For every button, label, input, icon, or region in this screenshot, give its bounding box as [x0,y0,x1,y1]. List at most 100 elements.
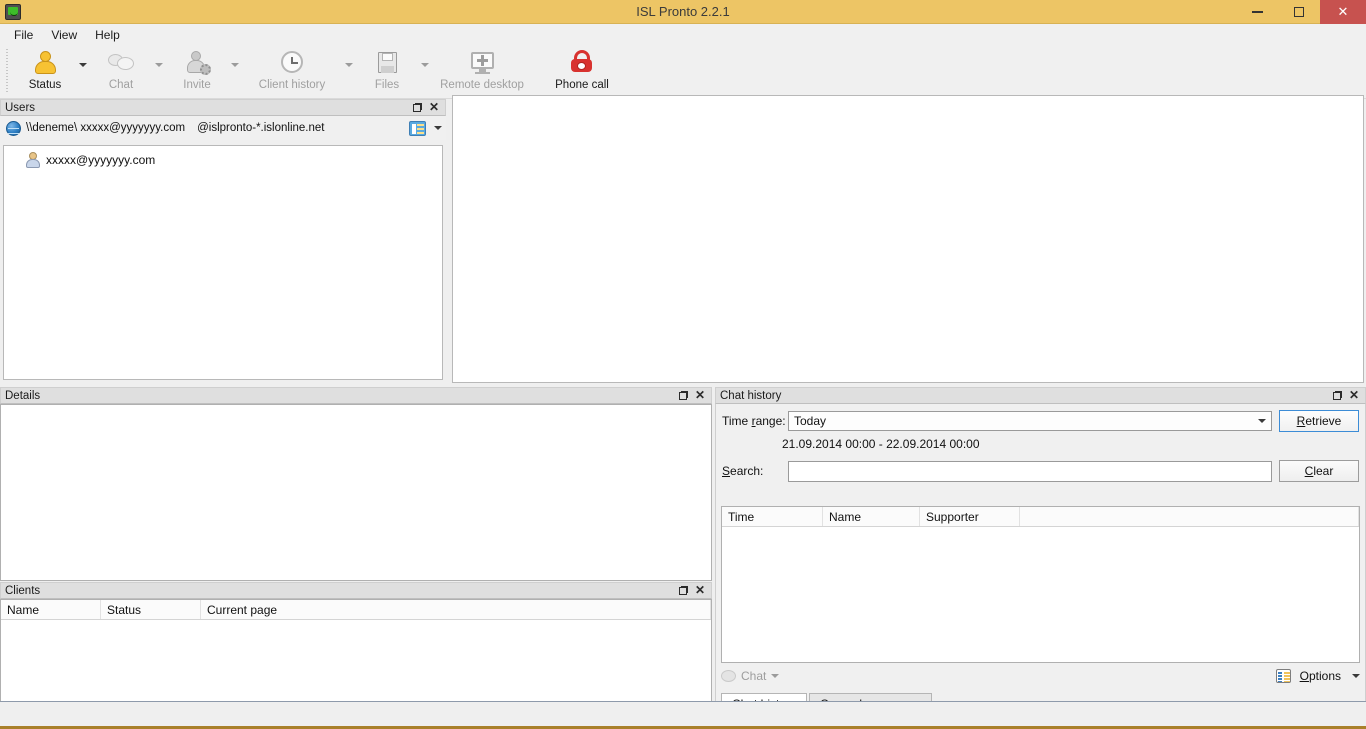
invite-user-icon [183,50,211,76]
conversation-pane[interactable] [452,95,1364,383]
details-panel-header: Details ✕ [0,387,712,404]
chat-bubbles-icon [107,50,135,76]
status-bar [0,701,1366,726]
remote-desktop-icon [468,50,496,76]
chevron-down-icon[interactable] [1352,674,1360,678]
users-panel-float-icon[interactable] [412,103,422,112]
chevron-down-icon [345,62,353,67]
users-tree-item-label: xxxxx@yyyyyyy.com [46,153,156,167]
chat-history-table[interactable]: Time Name Supporter [721,506,1360,663]
toolbar-label-invite: Invite [183,79,211,91]
toolbar-button-client-history[interactable]: Client history [242,45,342,98]
options-button[interactable]: Options [1275,669,1360,683]
chat-history-column-extra[interactable] [1020,507,1359,526]
clients-column-name[interactable]: Name [1,600,101,619]
details-content[interactable] [0,404,712,581]
close-icon: ✕ [1337,4,1349,19]
details-panel: Details ✕ [0,387,712,581]
users-panel-header: Users ✕ [0,99,446,116]
toolbar-button-files[interactable]: Files [356,45,418,98]
time-range-dropdown-icon[interactable] [1253,413,1270,429]
retrieve-button-label: Retrieve [1296,414,1342,428]
maximize-icon [1294,6,1304,17]
toolbar-dropdown-status[interactable] [76,45,90,98]
clear-button[interactable]: Clear [1279,460,1359,482]
menu-item-file[interactable]: File [5,26,42,44]
options-icon [1275,669,1291,683]
person-icon [26,152,40,168]
clients-column-current-page[interactable]: Current page [201,600,711,619]
toolbar-button-chat[interactable]: Chat [90,45,152,98]
clients-panel-title: Clients [5,584,41,597]
time-range-label: Time range: [722,414,786,428]
users-tree[interactable]: xxxxx@yyyyyyy.com [3,145,443,380]
users-panel-close-icon[interactable]: ✕ [429,101,439,113]
toolbar-dropdown-chat[interactable] [152,45,166,98]
title-bar: ISL Pronto 2.2.1 ✕ [0,0,1366,24]
clients-column-status[interactable]: Status [101,600,201,619]
chat-history-column-time[interactable]: Time [722,507,823,526]
window-controls: ✕ [1236,0,1366,24]
chevron-down-icon [155,62,163,67]
toolbar-label-phone-call: Phone call [555,79,609,91]
time-range-select[interactable]: Today [788,411,1272,431]
toolbar-button-invite[interactable]: Invite [166,45,228,98]
users-account-host: @islpronto-*.islonline.net [197,122,325,134]
close-button[interactable]: ✕ [1320,0,1366,24]
details-panel-title: Details [5,389,41,402]
toolbar-dropdown-files[interactable] [418,45,432,98]
listview-icon[interactable] [409,120,426,136]
clients-panel-float-icon[interactable] [678,586,688,595]
minimize-button[interactable] [1236,0,1278,24]
menu-item-view[interactable]: View [42,26,86,44]
chat-button[interactable]: Chat [721,669,780,683]
toolbar-dropdown-client-history[interactable] [342,45,356,98]
toolbar-grip[interactable] [4,49,11,94]
chat-history-panel-float-icon[interactable] [1332,391,1342,400]
menu-item-help[interactable]: Help [86,26,129,44]
chat-history-column-name[interactable]: Name [823,507,920,526]
retrieve-button[interactable]: Retrieve [1279,410,1359,432]
menu-bar: File View Help [0,24,1366,45]
toolbar-label-files: Files [374,79,400,91]
options-button-label: Options [1299,669,1341,683]
details-panel-close-icon[interactable]: ✕ [695,389,705,401]
chevron-down-icon [421,62,429,67]
search-label: Search: [722,464,764,478]
chat-history-panel: Chat history ✕ Time range: Today Retriev… [715,387,1366,723]
toolbar-label-client-history: Client history [258,79,326,91]
window-title: ISL Pronto 2.2.1 [636,3,730,19]
time-range-row: Time range: Today Retrieve [716,404,1365,432]
chevron-down-icon [231,62,239,67]
search-input[interactable] [788,460,1272,482]
toolbar-button-phone-call[interactable]: Phone call [532,45,632,98]
toolbar-button-status[interactable]: Status [14,45,76,98]
globe-icon [6,120,21,136]
chat-history-column-supporter[interactable]: Supporter [920,507,1020,526]
chat-history-panel-close-icon[interactable]: ✕ [1349,389,1359,401]
maximize-button[interactable] [1278,0,1320,24]
chevron-down-icon[interactable] [771,674,780,678]
chevron-down-icon [79,62,87,67]
toolbar-dropdown-invite[interactable] [228,45,242,98]
chat-history-panel-title: Chat history [720,389,782,402]
clients-panel: Clients ✕ Name Status Current page [0,582,712,702]
clear-button-label: Clear [1304,464,1334,478]
chat-history-body: Time range: Today Retrieve 21.09.2014 00… [715,404,1366,723]
workspace: Users ✕ \\deneme\ xxxxx@yyyyyyy.com @isl… [0,95,1366,723]
users-tree-item[interactable]: xxxxx@yyyyyyy.com [4,146,442,168]
clients-table[interactable]: Name Status Current page [0,599,712,702]
time-range-value: Today [794,414,827,428]
toolbar-button-remote-desktop[interactable]: Remote desktop [432,45,532,98]
users-panel: Users ✕ \\deneme\ xxxxx@yyyyyyy.com @isl… [0,99,446,383]
minimize-icon [1251,10,1263,13]
clients-panel-close-icon[interactable]: ✕ [695,584,705,596]
users-account-row[interactable]: \\deneme\ xxxxx@yyyyyyy.com @islpronto-*… [0,116,446,140]
chat-button-label: Chat [741,669,767,683]
chat-history-table-header: Time Name Supporter [722,507,1359,527]
details-panel-float-icon[interactable] [678,391,688,400]
chevron-down-icon[interactable] [434,126,442,130]
chat-history-footer: Chat Options [721,665,1360,687]
clock-icon [278,50,306,76]
chat-bubble-icon [721,670,736,682]
